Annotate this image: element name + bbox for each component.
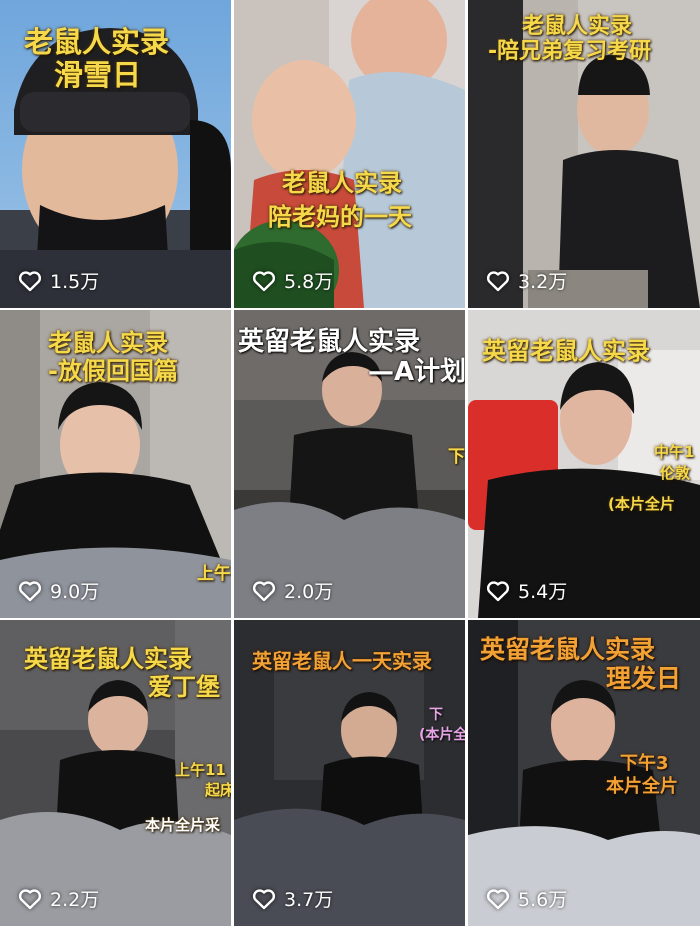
video-tile-5[interactable]: 英留老鼠人实录 —A计划 下 2.0万 bbox=[234, 310, 465, 618]
caption-line: 陪老妈的一天 bbox=[268, 202, 412, 231]
video-tile-4[interactable]: 老鼠人实录 -放假回国篇 上午 9.0万 bbox=[0, 310, 231, 618]
caption-line: -放假回国篇 bbox=[48, 356, 178, 385]
like-count-6: 5.4万 bbox=[486, 577, 567, 604]
like-count-text: 3.7万 bbox=[284, 889, 334, 911]
like-count-3: 3.2万 bbox=[486, 267, 567, 294]
overlay-line: 中午1 bbox=[654, 443, 695, 461]
video-caption-7: 英留老鼠人实录 爱丁堡 bbox=[24, 645, 220, 701]
video-tile-3[interactable]: 老鼠人实录 -陪兄弟复习考研 3.2万 bbox=[468, 0, 700, 308]
video-thumbnail-2 bbox=[234, 0, 465, 308]
caption-line: 老鼠人实录 bbox=[282, 169, 402, 197]
video-tile-7[interactable]: 英留老鼠人实录 爱丁堡 上午11 起床 本片全片采 2.2万 bbox=[0, 620, 231, 926]
caption-line: 英留老鼠人实录 bbox=[238, 327, 421, 357]
caption-line: 英留老鼠人实录 bbox=[24, 645, 192, 673]
overlay-line: (本片全 bbox=[419, 726, 465, 743]
heart-outline-icon bbox=[486, 580, 510, 601]
like-count-5: 2.0万 bbox=[252, 577, 333, 604]
video-overlay-text-5: 下 bbox=[448, 447, 465, 467]
video-overlay-text-7: 上午11 起床 本片全片采 bbox=[145, 760, 231, 835]
video-tile-1[interactable]: 老鼠人实录 滑雪日 1.5万 bbox=[0, 0, 231, 308]
like-count-8: 3.7万 bbox=[252, 885, 333, 912]
heart-outline-icon bbox=[486, 888, 510, 909]
like-count-4: 9.0万 bbox=[18, 577, 99, 604]
caption-line: -陪兄弟复习考研 bbox=[488, 39, 652, 65]
overlay-line: 下 bbox=[429, 707, 443, 723]
caption-line: 英留老鼠人实录 bbox=[482, 337, 650, 365]
like-count-9: 5.6万 bbox=[486, 885, 567, 912]
video-caption-3: 老鼠人实录 -陪兄弟复习考研 bbox=[488, 14, 651, 65]
caption-line: 老鼠人实录 bbox=[24, 25, 170, 59]
heart-outline-icon bbox=[18, 580, 42, 601]
video-tile-8[interactable]: 英留老鼠人一天实录 下 (本片全 3.7万 bbox=[234, 620, 465, 926]
video-overlay-text-9: 下午3 本片全片 bbox=[606, 752, 678, 799]
overlay-line: 上午11 bbox=[175, 761, 226, 779]
video-overlay-text-8: 下 (本片全 bbox=[419, 706, 465, 745]
caption-line: 滑雪日 bbox=[54, 58, 142, 93]
video-caption-1: 老鼠人实录 滑雪日 bbox=[24, 25, 170, 93]
like-count-text: 2.0万 bbox=[284, 581, 334, 603]
caption-line: —A计划 bbox=[368, 356, 465, 387]
like-count-text: 2.2万 bbox=[50, 889, 100, 911]
video-overlay-text-4: 上午 bbox=[197, 564, 231, 584]
overlay-line: 伦敦 bbox=[660, 464, 691, 482]
like-count-text: 5.8万 bbox=[284, 271, 334, 293]
video-caption-6: 英留老鼠人实录 bbox=[482, 337, 650, 366]
video-tile-9[interactable]: 英留老鼠人实录 理发日 下午3 本片全片 5.6万 bbox=[468, 620, 700, 926]
video-grid: 老鼠人实录 滑雪日 1.5万 老鼠人实录 陪老妈的一天 5.8万 老鼠人实录 -… bbox=[0, 0, 700, 926]
heart-outline-icon bbox=[486, 270, 510, 291]
caption-line: 爱丁堡 bbox=[148, 672, 220, 701]
like-count-text: 5.4万 bbox=[518, 581, 568, 603]
like-count-text: 1.5万 bbox=[50, 271, 100, 293]
heart-outline-icon bbox=[252, 580, 276, 601]
video-caption-9: 英留老鼠人实录 理发日 bbox=[480, 635, 682, 694]
overlay-line: (本片全片 bbox=[608, 495, 675, 513]
video-tile-2[interactable]: 老鼠人实录 陪老妈的一天 5.8万 bbox=[234, 0, 465, 308]
overlay-line: 起床 bbox=[205, 781, 231, 800]
overlay-line: 本片全片 bbox=[606, 776, 678, 798]
like-count-2: 5.8万 bbox=[252, 267, 333, 294]
heart-outline-icon bbox=[18, 888, 42, 909]
overlay-line: 下午3 bbox=[620, 753, 669, 774]
heart-outline-icon bbox=[252, 888, 276, 909]
heart-outline-icon bbox=[18, 270, 42, 291]
like-count-text: 9.0万 bbox=[50, 581, 100, 603]
like-count-text: 5.6万 bbox=[518, 889, 568, 911]
video-caption-2: 老鼠人实录 陪老妈的一天 bbox=[268, 169, 412, 231]
caption-line: 理发日 bbox=[606, 663, 682, 693]
caption-line: 英留老鼠人实录 bbox=[480, 635, 656, 664]
overlay-line: 本片全片采 bbox=[145, 815, 221, 834]
video-caption-5: 英留老鼠人实录 —A计划 bbox=[238, 327, 465, 388]
like-count-7: 2.2万 bbox=[18, 885, 99, 912]
caption-line: 老鼠人实录 bbox=[48, 329, 168, 357]
video-overlay-text-6: 中午1 伦敦 (本片全片 bbox=[608, 442, 694, 515]
caption-line: 英留老鼠人一天实录 bbox=[252, 649, 432, 673]
video-tile-6[interactable]: 英留老鼠人实录 中午1 伦敦 (本片全片 5.4万 bbox=[468, 310, 700, 618]
like-count-text: 3.2万 bbox=[518, 271, 568, 293]
heart-outline-icon bbox=[252, 270, 276, 291]
video-caption-8: 英留老鼠人一天实录 bbox=[252, 650, 432, 673]
video-caption-4: 老鼠人实录 -放假回国篇 bbox=[48, 329, 178, 385]
caption-line: 老鼠人实录 bbox=[522, 14, 633, 39]
like-count-1: 1.5万 bbox=[18, 267, 99, 294]
